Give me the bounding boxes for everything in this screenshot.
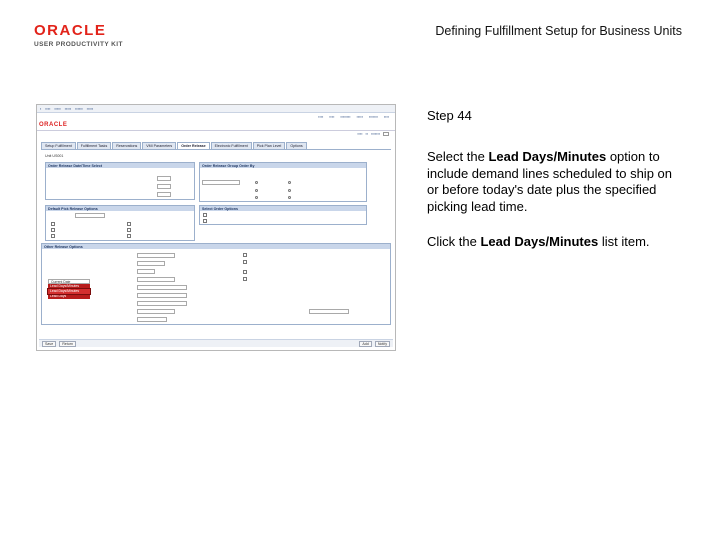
release-checkbox-2[interactable] xyxy=(243,260,247,264)
option-select-5[interactable] xyxy=(137,285,187,290)
slide-title: Defining Fulfillment Setup for Business … xyxy=(435,24,682,38)
release-checkbox-3[interactable] xyxy=(243,270,247,274)
days-field[interactable] xyxy=(157,176,171,181)
screenshot-menubar: ▪ ▪▪▪▪ ▪▪▪▪▪ ▪▪▪▪▪ ▪▪▪▪▪▪ ▪▪▪▪▪ xyxy=(37,105,395,113)
dropdown-item[interactable]: Lead Days xyxy=(48,294,90,299)
tab-vmi-parameters[interactable]: VMI Parameters xyxy=(142,142,177,149)
save-button[interactable]: Save xyxy=(42,340,57,347)
instruction-option-name: Lead Days/Minutes xyxy=(488,149,607,164)
add-button[interactable]: Add xyxy=(359,340,372,347)
select-option-checkbox-2[interactable] xyxy=(203,219,207,223)
select-option-checkbox-1[interactable] xyxy=(203,213,207,217)
tab-order-release[interactable]: Order Release xyxy=(177,142,210,149)
tab-setup-fulfillment[interactable]: Setup Fulfillment xyxy=(41,142,76,149)
option-select-9[interactable] xyxy=(137,317,167,322)
screenshot-tab-bar: Setup Fulfillment Fulfillment Tasks Rese… xyxy=(41,142,307,149)
ascending-radio-1[interactable] xyxy=(255,181,258,184)
option-select-3[interactable] xyxy=(137,269,155,274)
application-screenshot: ▪ ▪▪▪▪ ▪▪▪▪▪ ▪▪▪▪▪ ▪▪▪▪▪▪ ▪▪▪▪▪ ▪▪▪▪ ▪▪▪▪ ▪▪▪▪▪… xyxy=(36,104,396,351)
step-title: Step 44 xyxy=(427,108,472,123)
tab-divider xyxy=(41,149,391,150)
minutes-field[interactable] xyxy=(157,184,171,189)
screenshot-nav-row xyxy=(37,122,395,131)
tab-fulfillment-tasks[interactable]: Fulfillment Tasks xyxy=(76,142,112,149)
tab-pick-plan-level[interactable]: Pick Plan Level xyxy=(252,142,286,149)
order-release-datetime-box: Order Release Date/Time Select xyxy=(45,162,195,200)
order-by-header: Order Release Group Order By xyxy=(200,163,366,168)
select-order-options-header: Select Order Options xyxy=(200,206,366,211)
option-select-2[interactable] xyxy=(137,261,165,266)
release-date-dropdown-list: Current Date Lead Days/Minutes Lead Days… xyxy=(47,279,91,299)
option-select-4[interactable] xyxy=(137,277,175,282)
default-checkbox-1[interactable] xyxy=(51,222,55,226)
ascending-radio-3[interactable] xyxy=(255,196,258,199)
select-order-options-box: Select Order Options xyxy=(199,205,367,225)
step-action: Click the Lead Days/Minutes list item. xyxy=(427,234,650,249)
tab-electronic-fulfillment[interactable]: Electronic Fulfillment xyxy=(210,142,252,149)
screenshot-footer-bar: Save Return Add Notify xyxy=(39,339,393,347)
oracle-wordmark: ORACLE xyxy=(34,22,107,39)
default-pick-release-box: Default Pick Release Options xyxy=(45,205,195,241)
tab-reservations[interactable]: Reservations xyxy=(112,142,142,149)
option-select-6[interactable] xyxy=(137,293,187,298)
default-checkbox-6[interactable] xyxy=(127,234,131,238)
option-select-8[interactable] xyxy=(137,309,175,314)
default-checkbox-4[interactable] xyxy=(127,222,131,226)
screenshot-page-links: ▪▪▪▪ ▪▪ ▪▪▪▪▪▪▪ xyxy=(357,132,389,136)
descending-radio-2[interactable] xyxy=(288,189,291,192)
unit-label: Unit US001 xyxy=(45,154,64,158)
upk-wordmark: USER PRODUCTIVITY KIT xyxy=(34,41,123,48)
time-field[interactable] xyxy=(157,192,171,197)
default-checkbox-5[interactable] xyxy=(127,228,131,232)
option-select-1[interactable] xyxy=(137,253,175,258)
screenshot-top-links: ▪▪▪▪ ▪▪▪▪ ▪▪▪▪▪▪▪▪ ▪▪▪▪▪ ▪▪▪▪▪▪▪ ▪▪▪▪ xyxy=(318,114,389,119)
return-button[interactable]: Return xyxy=(59,340,76,347)
oracle-upk-logo: ORACLE USER PRODUCTIVITY KIT xyxy=(34,22,154,48)
order-release-datetime-header: Order Release Date/Time Select xyxy=(46,163,194,168)
release-checkbox-4[interactable] xyxy=(243,277,247,281)
notify-button[interactable]: Notify xyxy=(374,340,390,347)
default-checkbox-2[interactable] xyxy=(51,228,55,232)
other-release-options-header: Other Release Options xyxy=(42,244,390,249)
ascending-radio-2[interactable] xyxy=(255,189,258,192)
default-select-field[interactable] xyxy=(75,213,105,218)
sort-order-select-1[interactable] xyxy=(202,180,240,185)
output-format-select[interactable] xyxy=(309,309,349,314)
action-item-name: Lead Days/Minutes xyxy=(480,234,599,249)
tab-options[interactable]: Options xyxy=(286,142,307,149)
descending-radio-1[interactable] xyxy=(288,181,291,184)
option-select-7[interactable] xyxy=(137,301,187,306)
release-checkbox-1[interactable] xyxy=(243,253,247,257)
default-pick-release-header: Default Pick Release Options xyxy=(46,206,194,211)
screenshot-oracle-logo: ORACLE xyxy=(39,122,68,128)
step-instruction: Select the Lead Days/Minutes option to i… xyxy=(427,149,673,214)
default-checkbox-3[interactable] xyxy=(51,234,55,238)
descending-radio-3[interactable] xyxy=(288,196,291,199)
